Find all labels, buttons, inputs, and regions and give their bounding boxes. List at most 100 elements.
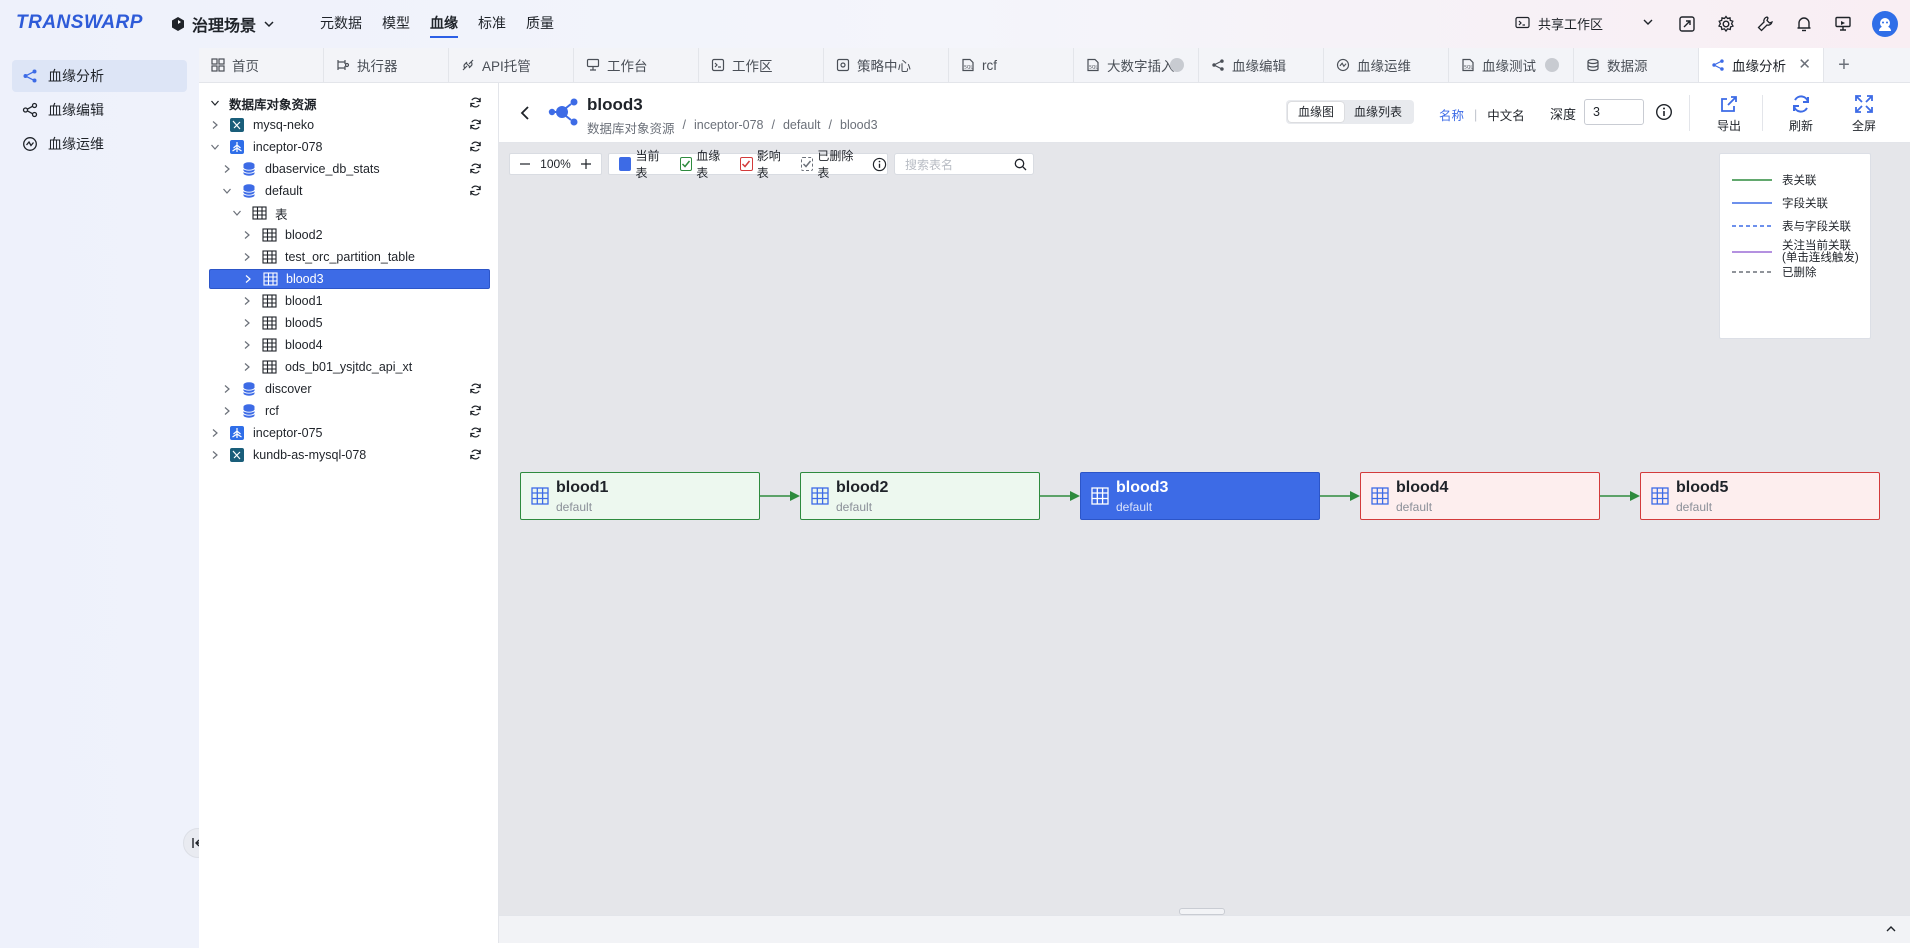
chevron-down-icon[interactable]	[221, 185, 233, 197]
workspace-selector[interactable]: 共享工作区	[1505, 10, 1655, 36]
brand-logo[interactable]: TRANSWARP	[16, 12, 143, 34]
chevron-right-icon[interactable]	[242, 273, 254, 285]
nav-quality[interactable]: 质量	[516, 0, 564, 46]
tab-workbench[interactable]: 工作台	[574, 48, 699, 82]
chevron-right-icon[interactable]	[221, 163, 233, 175]
lineage-node-impact[interactable]: blood4 default	[1360, 472, 1600, 520]
tree-node[interactable]: test_orc_partition_table	[209, 247, 490, 267]
close-icon[interactable]: ✕	[1798, 57, 1811, 73]
chevron-right-icon[interactable]	[209, 449, 221, 461]
chevron-right-icon[interactable]	[221, 405, 233, 417]
breadcrumb-item[interactable]: blood3	[840, 118, 878, 137]
chevron-right-icon[interactable]	[241, 339, 253, 351]
tab-executor[interactable]: 执行器	[324, 48, 449, 82]
lineage-canvas[interactable]: 100% 当前表 血缘表 影响表 已删除表 搜索表名 表关联 字段关联 表与字段关联…	[499, 143, 1910, 943]
legend-current-table[interactable]: 当前表	[619, 147, 668, 181]
legend-deleted-table[interactable]: 已删除表	[800, 147, 860, 181]
chevron-right-icon[interactable]	[241, 229, 253, 241]
tree-node[interactable]: inceptor-078	[209, 137, 490, 157]
refresh-icon[interactable]	[469, 118, 482, 131]
user-avatar[interactable]	[1872, 11, 1898, 37]
refresh-icon[interactable]	[469, 404, 482, 417]
tree-node[interactable]: blood4	[209, 335, 490, 355]
export-button[interactable]: 导出	[1709, 93, 1749, 134]
tree-node[interactable]: mysq-neko	[209, 115, 490, 135]
view-graph-button[interactable]: 血缘图	[1288, 102, 1345, 122]
add-tab-button[interactable]: +	[1824, 48, 1864, 82]
legend-lineage-table[interactable]: 血缘表	[679, 147, 729, 181]
tree-node[interactable]: blood3	[209, 269, 490, 289]
refresh-icon[interactable]	[469, 426, 482, 439]
tree-node[interactable]: rcf	[209, 401, 490, 421]
tree-root-header[interactable]: 数据库对象资源	[209, 93, 490, 113]
tab-rcf[interactable]: SQL rcf	[949, 48, 1074, 82]
refresh-icon[interactable]	[469, 382, 482, 395]
fullscreen-button[interactable]: 全屏	[1844, 93, 1884, 134]
tab-policy[interactable]: 策略中心	[824, 48, 949, 82]
chevron-down-icon[interactable]	[209, 141, 221, 153]
info-icon[interactable]	[872, 157, 887, 172]
horizontal-scroll-handle[interactable]	[1179, 908, 1225, 915]
table-search-input[interactable]: 搜索表名	[894, 153, 1034, 175]
chevron-down-icon[interactable]	[231, 207, 243, 219]
tab-lineage-edit[interactable]: 血缘编辑	[1199, 48, 1324, 82]
legend-impact-table[interactable]: 影响表	[740, 147, 789, 181]
chevron-right-icon[interactable]	[241, 317, 253, 329]
back-button[interactable]	[519, 105, 533, 121]
nav-metadata[interactable]: 元数据	[310, 0, 372, 46]
chevron-right-icon[interactable]	[209, 427, 221, 439]
settings-icon[interactable]	[1716, 14, 1736, 34]
lineage-node-impact[interactable]: blood5 default	[1640, 472, 1880, 520]
tab-api[interactable]: API托管	[449, 48, 574, 82]
tab-lineage-analysis[interactable]: 血缘分析 ✕	[1699, 48, 1824, 82]
lineage-node-lineage[interactable]: blood1 default	[520, 472, 760, 520]
leftnav-item-lineage-edit[interactable]: 血缘编辑	[12, 94, 187, 126]
bell-icon[interactable]	[1794, 14, 1814, 34]
search-icon[interactable]	[1014, 158, 1027, 171]
chevron-right-icon[interactable]	[241, 361, 253, 373]
tree-node[interactable]: discover	[209, 379, 490, 399]
refresh-icon[interactable]	[469, 140, 482, 153]
name-mode-button[interactable]: 名称	[1439, 105, 1464, 124]
tree-node[interactable]: kundb-as-mysql-078	[209, 445, 490, 465]
tab-datasource[interactable]: 数据源	[1574, 48, 1699, 82]
tab-home[interactable]: 首页	[199, 48, 324, 82]
chevron-up-icon[interactable]	[1884, 922, 1898, 936]
refresh-icon[interactable]	[469, 448, 482, 461]
depth-input[interactable]: 3	[1584, 99, 1644, 125]
nav-model[interactable]: 模型	[372, 0, 420, 46]
breadcrumb-item[interactable]: inceptor-078	[694, 118, 764, 137]
view-list-button[interactable]: 血缘列表	[1344, 102, 1412, 122]
leftnav-item-lineage-ops[interactable]: 血缘运维	[12, 128, 187, 160]
tree-node[interactable]: inceptor-075	[209, 423, 490, 443]
cn-name-mode-button[interactable]: 中文名	[1487, 105, 1525, 124]
screen-icon[interactable]	[1833, 14, 1853, 34]
tab-lineage-ops[interactable]: 血缘运维	[1324, 48, 1449, 82]
lineage-node-lineage[interactable]: blood2 default	[800, 472, 1040, 520]
zoom-out-button[interactable]	[518, 158, 532, 170]
nav-lineage[interactable]: 血缘	[420, 0, 468, 46]
tab-lineage-test[interactable]: SQL 血缘测试	[1449, 48, 1574, 82]
lineage-node-current[interactable]: blood3 default	[1080, 472, 1320, 520]
info-icon[interactable]	[1655, 103, 1673, 121]
nav-standard[interactable]: 标准	[468, 0, 516, 46]
breadcrumb-item[interactable]: default	[783, 118, 821, 137]
tab-workspace[interactable]: 工作区	[699, 48, 824, 82]
tree-node[interactable]: blood1	[209, 291, 490, 311]
chevron-right-icon[interactable]	[209, 119, 221, 131]
release-icon[interactable]	[1677, 14, 1697, 34]
chevron-right-icon[interactable]	[241, 251, 253, 263]
breadcrumb-item[interactable]: 数据库对象资源	[587, 118, 675, 137]
refresh-icon[interactable]	[469, 162, 482, 175]
zoom-in-button[interactable]	[579, 158, 593, 170]
chevron-right-icon[interactable]	[241, 295, 253, 307]
leftnav-item-lineage-analysis[interactable]: 血缘分析	[12, 60, 187, 92]
tree-node[interactable]: blood2	[209, 225, 490, 245]
chevron-right-icon[interactable]	[221, 383, 233, 395]
refresh-icon[interactable]	[469, 96, 482, 109]
tree-node[interactable]: 表	[209, 203, 490, 223]
tools-icon[interactable]	[1755, 14, 1775, 34]
tree-node[interactable]: dbaservice_db_stats	[209, 159, 490, 179]
chevron-down-icon[interactable]	[209, 97, 221, 109]
refresh-icon[interactable]	[469, 184, 482, 197]
